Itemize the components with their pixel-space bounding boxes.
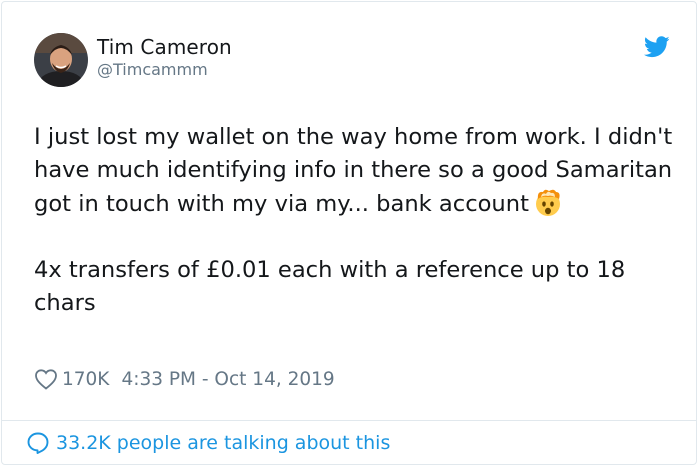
conversation-link-text[interactable]: 33.2K people are talking about this xyxy=(56,432,390,454)
author-avatar[interactable] xyxy=(34,33,88,87)
footer-divider xyxy=(2,420,696,421)
heart-outline-icon[interactable] xyxy=(34,368,58,390)
tweet-paragraph: 4x transfers of £0.01 each with a refere… xyxy=(34,257,626,316)
embedded-tweet-card: Tim Cameron @Timcammm I just lost my wal… xyxy=(1,1,697,465)
author-name[interactable]: Tim Cameron xyxy=(97,35,232,59)
tweet-timestamp[interactable]: 4:33 PM - Oct 14, 2019 xyxy=(121,369,334,390)
exploding-head-emoji-icon xyxy=(533,187,563,217)
tweet-paragraph: I just lost my wallet on the way home fr… xyxy=(34,121,674,221)
tweet-paragraph-text: I just lost my wallet on the way home fr… xyxy=(34,124,673,217)
like-count[interactable]: 170K xyxy=(62,369,109,390)
author-handle[interactable]: @Timcammm xyxy=(97,60,208,79)
tweet-meta: 170K 4:33 PM - Oct 14, 2019 xyxy=(34,368,335,390)
tweet-body: I just lost my wallet on the way home fr… xyxy=(34,121,674,320)
twitter-bird-icon[interactable] xyxy=(643,36,670,58)
conversation-link[interactable]: 33.2K people are talking about this xyxy=(26,431,390,455)
speech-bubble-icon xyxy=(26,431,50,455)
